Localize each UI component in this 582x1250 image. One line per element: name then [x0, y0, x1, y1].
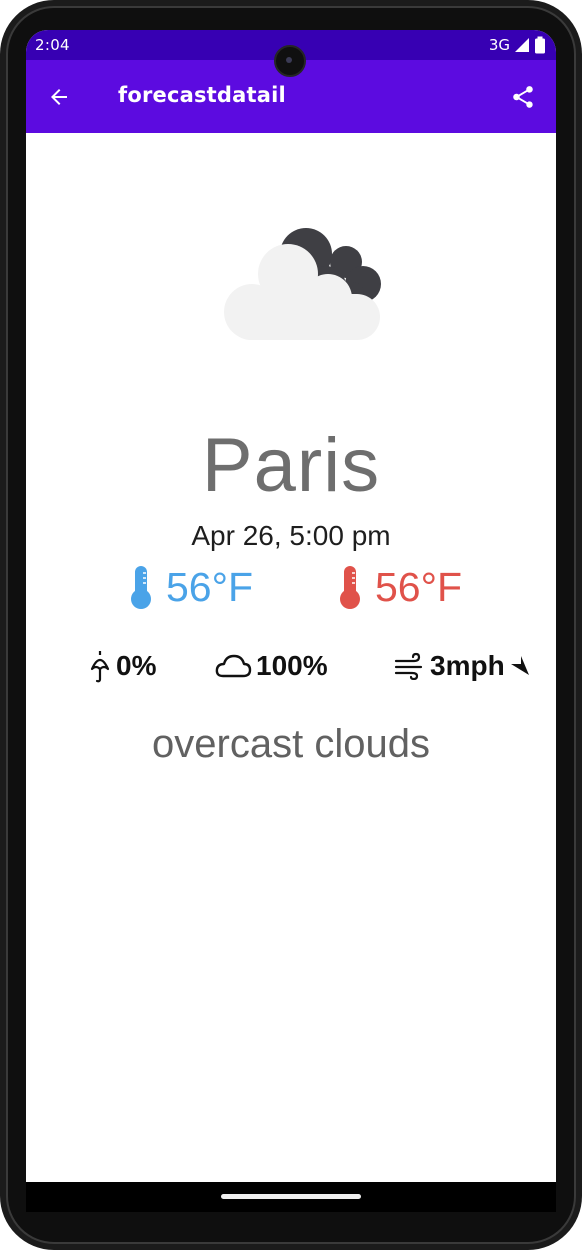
precipitation-metric: 0%: [88, 646, 156, 686]
temp-max-group: 56°F: [337, 562, 462, 612]
share-button[interactable]: [504, 78, 542, 116]
wind-value: 3mph: [430, 650, 505, 681]
network-type: 3G: [488, 36, 510, 54]
back-button[interactable]: [40, 78, 78, 116]
precipitation-value: 0%: [116, 650, 157, 681]
thermometer-hot-icon: [340, 566, 360, 609]
home-gesture-handle[interactable]: [221, 1194, 361, 1199]
device-frame: 2:04 3G forecastdatail Paris Apr 26, 5:0…: [0, 0, 582, 1250]
forecast-datetime: Apr 26, 5:00 pm: [191, 520, 391, 551]
battery-icon: [535, 36, 545, 54]
wind-metric: 3mph: [394, 646, 531, 686]
cloudiness-value: 100%: [256, 650, 328, 681]
overcast-clouds-icon: [224, 228, 381, 340]
temp-min-value: 56°F: [166, 563, 254, 610]
thermometer-cold-icon: [131, 566, 151, 609]
status-icons: 3G: [489, 36, 546, 54]
wind-icon: [394, 652, 423, 680]
share-icon: [513, 86, 533, 108]
wind-direction-icon: [510, 656, 529, 675]
cloudiness-metric: 100%: [214, 646, 328, 686]
signal-icon: [515, 38, 529, 52]
arrow-back-icon: [51, 89, 67, 105]
app-title: forecastdatail: [118, 83, 286, 107]
weather-description: overcast clouds: [152, 722, 430, 766]
temp-max-value: 56°F: [375, 563, 463, 610]
front-camera: [274, 45, 306, 77]
umbrella-icon: [90, 651, 110, 683]
status-time: 2:04: [35, 36, 70, 54]
cloud-outline-icon: [215, 654, 252, 678]
temp-min-group: 56°F: [128, 562, 253, 612]
navigation-bar: [26, 1182, 556, 1212]
app-screen: 2:04 3G forecastdatail Paris Apr 26, 5:0…: [26, 30, 556, 1212]
city-name: Paris: [201, 423, 381, 508]
